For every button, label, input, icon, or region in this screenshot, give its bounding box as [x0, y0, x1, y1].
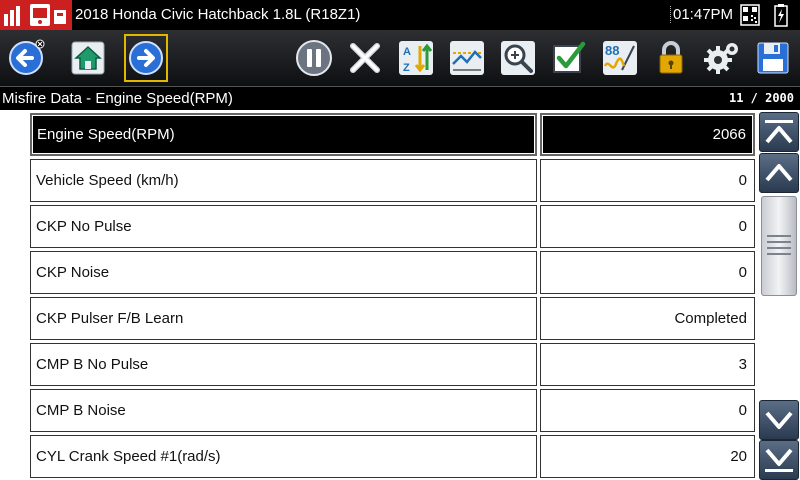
back-button[interactable]: [4, 34, 48, 82]
app-home-icon[interactable]: [0, 0, 72, 30]
home-icon: [71, 41, 105, 75]
title-bar: Misfire Data - Engine Speed(RPM) 11 / 20…: [0, 86, 800, 110]
checkmark-icon: [553, 41, 586, 73]
clear-button[interactable]: [343, 34, 387, 82]
grip-line: [767, 253, 791, 255]
page-title: Misfire Data - Engine Speed(RPM): [2, 90, 233, 107]
data-row-cmp-b-no-pulse[interactable]: CMP B No Pulse 3: [30, 343, 756, 389]
scroll-to-bottom-icon: [765, 448, 793, 472]
data-row-ckp-pulser-learn[interactable]: CKP Pulser F/B Learn Completed: [30, 297, 756, 343]
forward-arrow-icon: [129, 41, 163, 75]
sort-button[interactable]: A Z: [394, 34, 438, 82]
scroll-up-button[interactable]: [759, 153, 799, 193]
zoom-button[interactable]: [496, 34, 540, 82]
lock-icon: [659, 41, 683, 74]
qr-code-icon[interactable]: [740, 3, 760, 27]
gear-icon: [704, 43, 738, 74]
vehicle-title: 2018 Honda Civic Hatchback 1.8L (R18Z1): [75, 6, 361, 23]
data-row-engine-speed[interactable]: Engine Speed(RPM) 2066: [30, 113, 756, 159]
row-value: 3: [540, 343, 755, 386]
scroll-top-button[interactable]: [759, 112, 799, 152]
graph-icon: [450, 41, 484, 75]
zoom-icon: [501, 41, 535, 75]
scroll-down-button[interactable]: [759, 400, 799, 440]
view-button[interactable]: 88: [598, 34, 642, 82]
chevron-down-icon: [765, 411, 793, 429]
settings-button[interactable]: [700, 34, 744, 82]
grip-line: [767, 235, 791, 237]
row-value: 0: [540, 205, 755, 248]
forward-button[interactable]: [124, 34, 168, 82]
row-value: 0: [540, 389, 755, 432]
data-row-ckp-no-pulse[interactable]: CKP No Pulse 0: [30, 205, 756, 251]
row-value: 20: [540, 435, 755, 478]
row-value: 0: [540, 251, 755, 294]
toolbar: A Z 88: [0, 30, 800, 86]
row-name: CMP B No Pulse: [30, 343, 537, 386]
data-row-ckp-noise[interactable]: CKP Noise 0: [30, 251, 756, 297]
pause-icon: [296, 40, 332, 76]
data-row-cmp-b-noise[interactable]: CMP B Noise 0: [30, 389, 756, 435]
back-arrow-icon: [9, 39, 45, 75]
row-value: 2066: [540, 113, 755, 156]
row-value: Completed: [540, 297, 755, 340]
select-button[interactable]: [547, 34, 591, 82]
home-button[interactable]: [66, 34, 110, 82]
digital-analog-icon: 88: [603, 41, 637, 75]
svg-text:88: 88: [605, 43, 619, 58]
row-name: CKP No Pulse: [30, 205, 537, 248]
svg-text:Z: Z: [403, 62, 410, 74]
scrollbar-thumb[interactable]: [761, 196, 797, 296]
data-list: Engine Speed(RPM) 2066 Vehicle Speed (km…: [30, 113, 756, 480]
scroll-to-top-icon: [765, 120, 793, 144]
grip-line: [767, 241, 791, 243]
row-name: Vehicle Speed (km/h): [30, 159, 537, 202]
row-value: 0: [540, 159, 755, 202]
scroll-bottom-button[interactable]: [759, 440, 799, 480]
row-name: CYL Crank Speed #1(rad/s): [30, 435, 537, 478]
row-name: CKP Noise: [30, 251, 537, 294]
data-row-cyl-crank-speed-1[interactable]: CYL Crank Speed #1(rad/s) 20: [30, 435, 756, 480]
sort-az-icon: A Z: [399, 41, 433, 75]
row-name: CKP Pulser F/B Learn: [30, 297, 537, 340]
clock: 01:47PM: [670, 6, 733, 23]
row-name: Engine Speed(RPM): [30, 113, 537, 156]
save-icon: [757, 42, 789, 74]
chevron-up-icon: [765, 164, 793, 182]
data-row-vehicle-speed[interactable]: Vehicle Speed (km/h) 0: [30, 159, 756, 205]
save-button[interactable]: [751, 34, 795, 82]
pause-button[interactable]: [292, 34, 336, 82]
status-bar: 2018 Honda Civic Hatchback 1.8L (R18Z1) …: [0, 0, 800, 30]
row-name: CMP B Noise: [30, 389, 537, 432]
page-counter: 11 / 2000: [728, 91, 794, 105]
lock-button[interactable]: [649, 34, 693, 82]
close-icon: [350, 43, 380, 73]
battery-icon: [774, 3, 788, 27]
grip-line: [767, 247, 791, 249]
graph-button[interactable]: [445, 34, 489, 82]
svg-text:A: A: [403, 46, 411, 58]
